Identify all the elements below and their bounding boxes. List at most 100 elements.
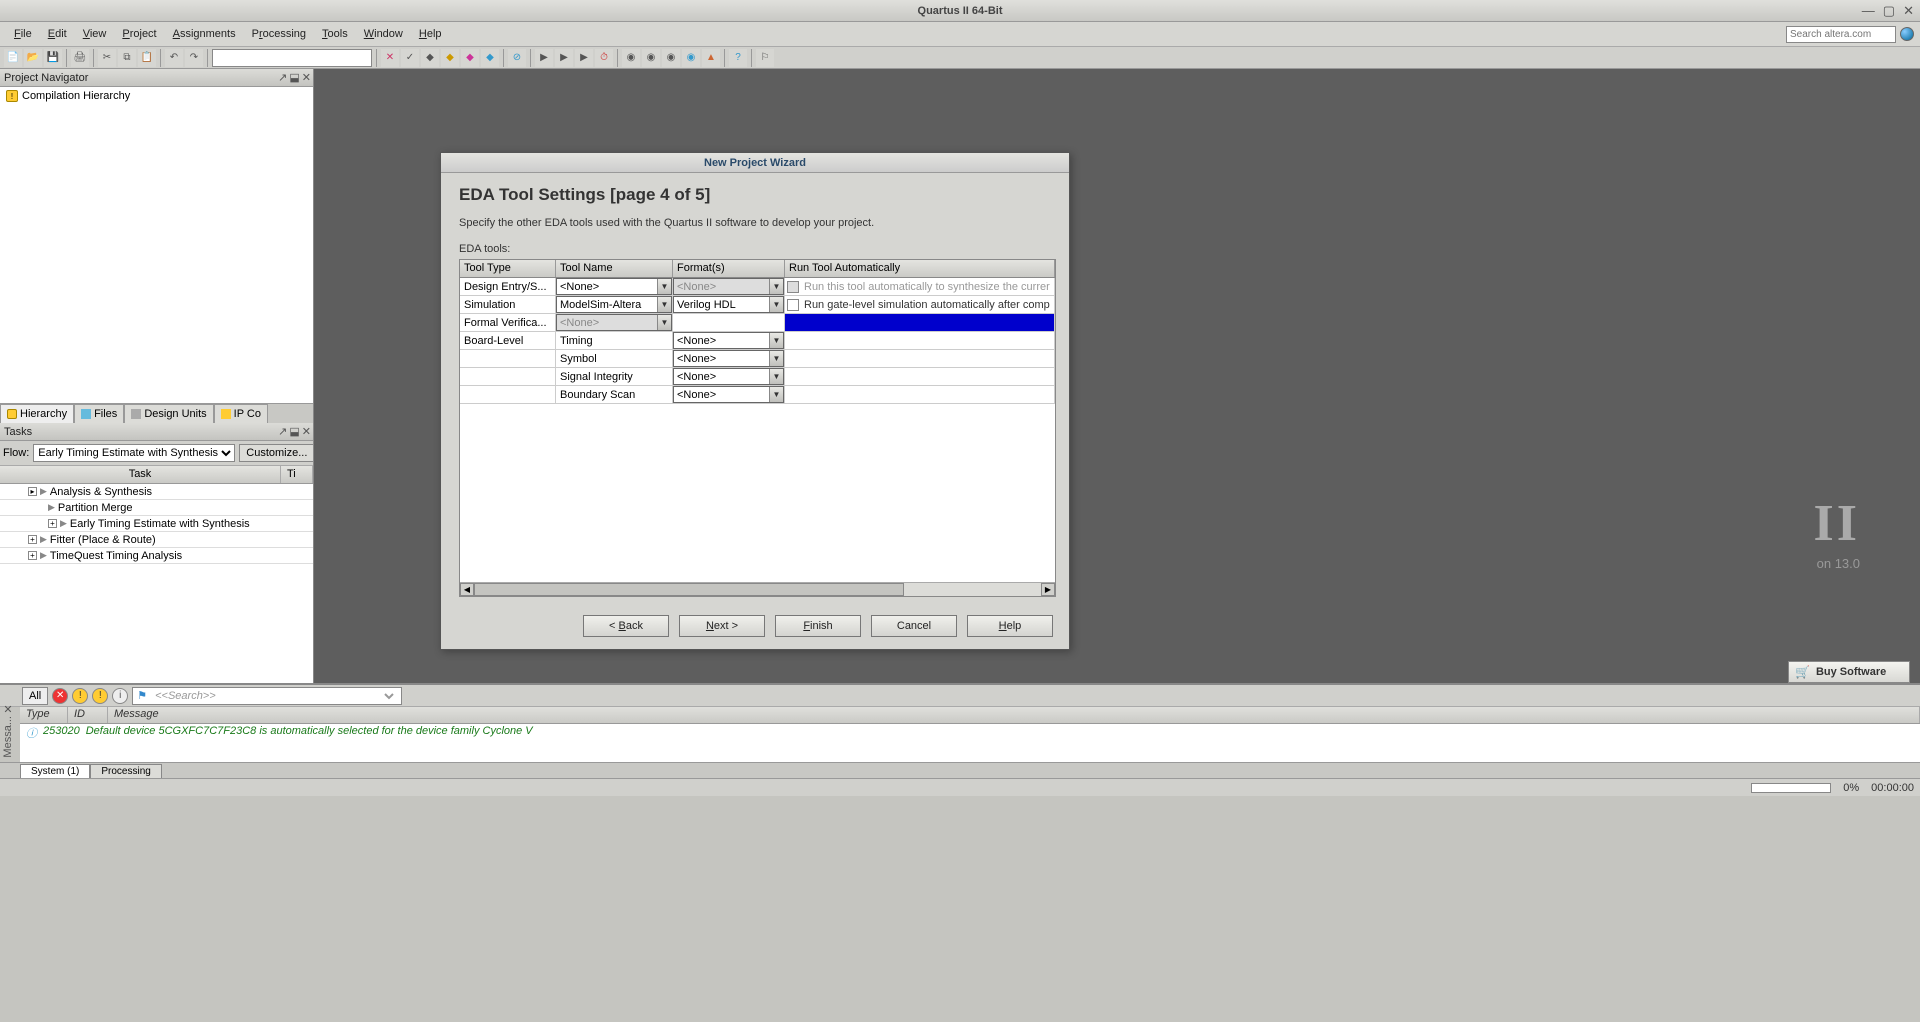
tool-icon[interactable]: ◉ [682, 49, 700, 67]
play-icon[interactable]: ▶ [535, 49, 553, 67]
critical-filter-icon[interactable]: ! [72, 688, 88, 704]
open-icon[interactable]: 📂 [24, 49, 42, 67]
message-row[interactable]: ⓘ 253020 Default device 5CGXFC7C7F23C8 i… [20, 724, 1920, 742]
tree-expander-icon[interactable]: + [48, 519, 57, 528]
format-select[interactable]: <None>▼ [673, 368, 784, 385]
menu-help[interactable]: Help [411, 25, 450, 43]
maximize-button[interactable]: ▢ [1883, 3, 1895, 19]
copy-icon[interactable]: ⧉ [118, 49, 136, 67]
horizontal-scrollbar[interactable]: ◀ ▶ [460, 582, 1055, 596]
print-icon[interactable]: 🖨 [71, 49, 89, 67]
flow-select[interactable]: Early Timing Estimate with Synthesis [33, 444, 235, 462]
tab-files[interactable]: Files [74, 404, 124, 423]
task-row[interactable]: ▸▶Analysis & Synthesis [0, 484, 313, 500]
tool-icon[interactable]: ⚐ [756, 49, 774, 67]
run-auto-cell[interactable]: Run gate-level simulation automatically … [785, 299, 1052, 311]
undo-icon[interactable]: ↶ [165, 49, 183, 67]
menu-tools[interactable]: Tools [314, 25, 356, 43]
tree-expander-icon[interactable]: + [28, 535, 37, 544]
scroll-left-icon[interactable]: ◀ [460, 583, 474, 596]
menu-processing[interactable]: Processing [244, 25, 314, 43]
tool-icon[interactable]: ◆ [421, 49, 439, 67]
menu-window[interactable]: Window [356, 25, 411, 43]
tab-processing[interactable]: Processing [90, 764, 161, 778]
panel-undock-icon[interactable]: ↗ [278, 425, 287, 438]
tab-all[interactable]: All [22, 687, 48, 705]
tool-icon[interactable]: ◉ [642, 49, 660, 67]
col-run-auto[interactable]: Run Tool Automatically [785, 260, 1055, 277]
tab-ip[interactable]: IP Co [214, 404, 268, 423]
scroll-thumb[interactable] [474, 583, 904, 596]
tool-icon[interactable]: ◆ [441, 49, 459, 67]
format-select[interactable]: Verilog HDL▼ [673, 296, 784, 313]
cancel-button[interactable]: Cancel [871, 615, 957, 637]
format-select[interactable]: <None>▼ [673, 332, 784, 349]
customize-button[interactable]: Customize... [239, 444, 314, 462]
tab-design-units[interactable]: Design Units [124, 404, 213, 423]
search-select[interactable]: <<Search>> [151, 689, 397, 703]
back-button[interactable]: < Back [583, 615, 669, 637]
message-search[interactable]: ⚑ <<Search>> [132, 687, 402, 705]
menu-edit[interactable]: Edit [40, 25, 75, 43]
messages-close-icon[interactable]: ✕ [3, 703, 12, 716]
save-icon[interactable]: 💾 [44, 49, 62, 67]
task-label: Analysis & Synthesis [50, 486, 152, 498]
menu-assignments[interactable]: Assignments [165, 25, 244, 43]
search-input[interactable] [1786, 26, 1896, 43]
timer-icon[interactable]: ⏱ [595, 49, 613, 67]
task-row[interactable]: +▶Early Timing Estimate with Synthesis [0, 516, 313, 532]
tab-system[interactable]: System (1) [20, 764, 90, 778]
menu-view[interactable]: View [75, 25, 115, 43]
tool-icon[interactable]: ◆ [461, 49, 479, 67]
menu-project[interactable]: Project [114, 25, 164, 43]
help-icon[interactable]: ? [729, 49, 747, 67]
cut-icon[interactable]: ✂ [98, 49, 116, 67]
warning-filter-icon[interactable]: ! [92, 688, 108, 704]
scroll-right-icon[interactable]: ▶ [1041, 583, 1055, 596]
col-formats[interactable]: Format(s) [673, 260, 785, 277]
buy-software-button[interactable]: 🛒Buy Software [1788, 661, 1910, 683]
tree-expander-icon[interactable]: ▸ [28, 487, 37, 496]
minimize-button[interactable]: — [1862, 3, 1875, 19]
panel-close-icon[interactable]: ✕ [302, 425, 311, 438]
checkbox[interactable] [787, 299, 799, 311]
tool-icon[interactable]: ▶ [575, 49, 593, 67]
table-row: Symbol<None>▼ [460, 350, 1055, 368]
globe-icon[interactable] [1900, 27, 1914, 41]
col-tool-type[interactable]: Tool Type [460, 260, 556, 277]
close-button[interactable]: ✕ [1903, 3, 1914, 19]
tool-icon[interactable]: ◉ [662, 49, 680, 67]
tool-icon[interactable]: ▶ [555, 49, 573, 67]
paste-icon[interactable]: 📋 [138, 49, 156, 67]
tool-icon[interactable]: ✕ [381, 49, 399, 67]
format-select[interactable]: <None>▼ [673, 350, 784, 367]
stop-icon[interactable]: ⊘ [508, 49, 526, 67]
tool-icon[interactable]: ◉ [622, 49, 640, 67]
tool-icon[interactable]: ▲ [702, 49, 720, 67]
help-button[interactable]: Help [967, 615, 1053, 637]
finish-button[interactable]: Finish [775, 615, 861, 637]
project-combo[interactable] [212, 49, 372, 67]
task-row[interactable]: ▶Partition Merge [0, 500, 313, 516]
next-button[interactable]: Next > [679, 615, 765, 637]
tab-hierarchy[interactable]: Hierarchy [0, 404, 74, 423]
new-icon[interactable]: 📄 [4, 49, 22, 67]
redo-icon[interactable]: ↷ [185, 49, 203, 67]
info-filter-icon[interactable]: i [112, 688, 128, 704]
panel-undock-icon[interactable]: ↗ [278, 71, 287, 84]
tool-name-select[interactable]: ModelSim-Altera▼ [556, 296, 672, 313]
error-filter-icon[interactable]: ✕ [52, 688, 68, 704]
tree-node-root[interactable]: ! Compilation Hierarchy [2, 89, 311, 103]
panel-pin-icon[interactable]: ⬓ [289, 71, 299, 84]
tool-icon[interactable]: ◆ [481, 49, 499, 67]
menu-file[interactable]: File [6, 25, 40, 43]
format-select[interactable]: <None>▼ [673, 386, 784, 403]
tool-icon[interactable]: ✓ [401, 49, 419, 67]
tree-expander-icon[interactable]: + [28, 551, 37, 560]
panel-pin-icon[interactable]: ⬓ [289, 425, 299, 438]
col-tool-name[interactable]: Tool Name [556, 260, 673, 277]
tool-name-select[interactable]: <None>▼ [556, 278, 672, 295]
task-row[interactable]: +▶Fitter (Place & Route) [0, 532, 313, 548]
panel-close-icon[interactable]: ✕ [302, 71, 311, 84]
task-row[interactable]: +▶TimeQuest Timing Analysis [0, 548, 313, 564]
